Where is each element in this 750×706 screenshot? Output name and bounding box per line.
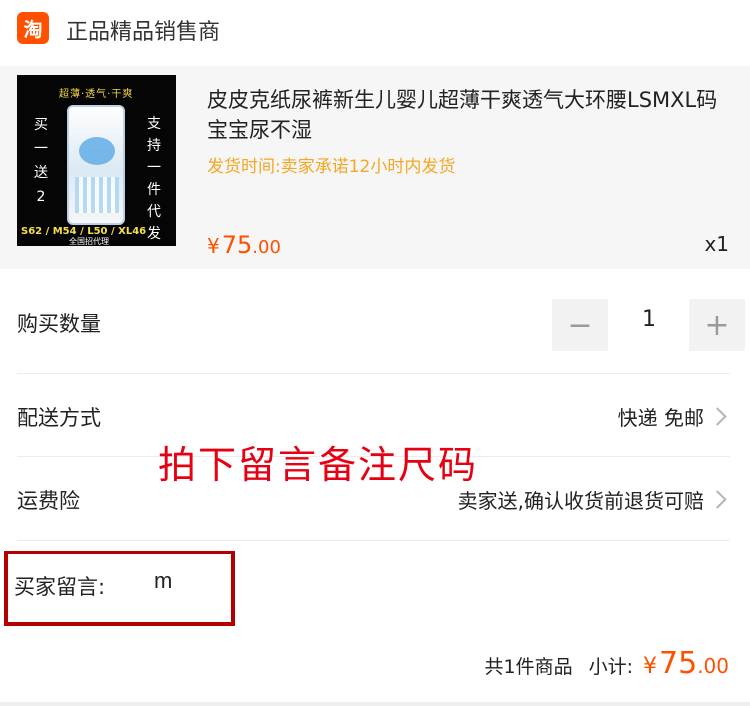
product-quantity: x1 <box>704 232 729 256</box>
shop-header[interactable]: 淘 正品精品销售商 <box>0 0 750 62</box>
thumbnail-agent: 全国招代理 <box>69 237 109 246</box>
order-subtotal: 共1件商品 小计: ¥75.00 <box>485 646 730 681</box>
insurance-value: 卖家送,确认收货前退货可赔 <box>457 489 704 513</box>
price-decimal: .00 <box>252 237 281 258</box>
increase-button[interactable]: + <box>689 299 745 351</box>
product-title[interactable]: 皮皮克纸尿裤新生儿婴儿超薄干爽透气大环腰LSMXL码宝宝尿不湿 <box>207 85 727 145</box>
price-integer: 75 <box>221 231 253 259</box>
item-count: 共1件商品 <box>484 656 573 678</box>
quantity-label: 购买数量 <box>17 312 101 336</box>
thumbnail-promo-right: 支持一件代发 <box>147 116 161 242</box>
quantity-value[interactable]: 1 <box>624 307 674 332</box>
message-label: 买家留言: <box>14 575 106 599</box>
chevron-right-icon <box>708 407 727 426</box>
insurance-label: 运费险 <box>17 489 80 513</box>
size-note-annotation: 拍下留言备注尺码 <box>158 443 479 487</box>
price-currency: ¥ <box>207 234 220 258</box>
chevron-right-icon <box>708 490 727 509</box>
quantity-stepper[interactable]: − 1 + <box>552 297 745 353</box>
taobao-logo-icon: 淘 <box>17 12 49 44</box>
subtotal-currency: ¥ <box>643 654 657 679</box>
product-price: ¥75.00 <box>207 231 281 259</box>
product-card[interactable]: 超薄·透气·干爽 买一送2 支持一件代发 S62 / M54 / L50 / X… <box>0 66 750 269</box>
shipping-note: 发货时间:卖家承诺12小时内发货 <box>207 157 456 177</box>
delivery-value: 快递 免邮 <box>617 406 704 430</box>
shop-name[interactable]: 正品精品销售商 <box>66 14 220 46</box>
subtotal-decimal: .00 <box>697 654 729 678</box>
decrease-button[interactable]: − <box>552 299 608 351</box>
quantity-row: 购买数量 − 1 + <box>17 270 745 374</box>
subtotal-label: 小计: <box>588 656 633 678</box>
product-thumbnail[interactable]: 超薄·透气·干爽 买一送2 支持一件代发 S62 / M54 / L50 / X… <box>17 75 176 246</box>
subtotal-amount: ¥75.00 <box>643 646 729 681</box>
subtotal-integer: 75 <box>659 646 698 681</box>
diaper-package-image <box>67 105 125 225</box>
delivery-label: 配送方式 <box>17 406 101 430</box>
buyer-message-input[interactable] <box>154 568 214 594</box>
bottom-divider <box>0 702 750 706</box>
thumbnail-banner: 超薄·透气·干爽 <box>59 89 134 100</box>
thumbnail-promo-left: 买一送2 <box>34 117 48 205</box>
